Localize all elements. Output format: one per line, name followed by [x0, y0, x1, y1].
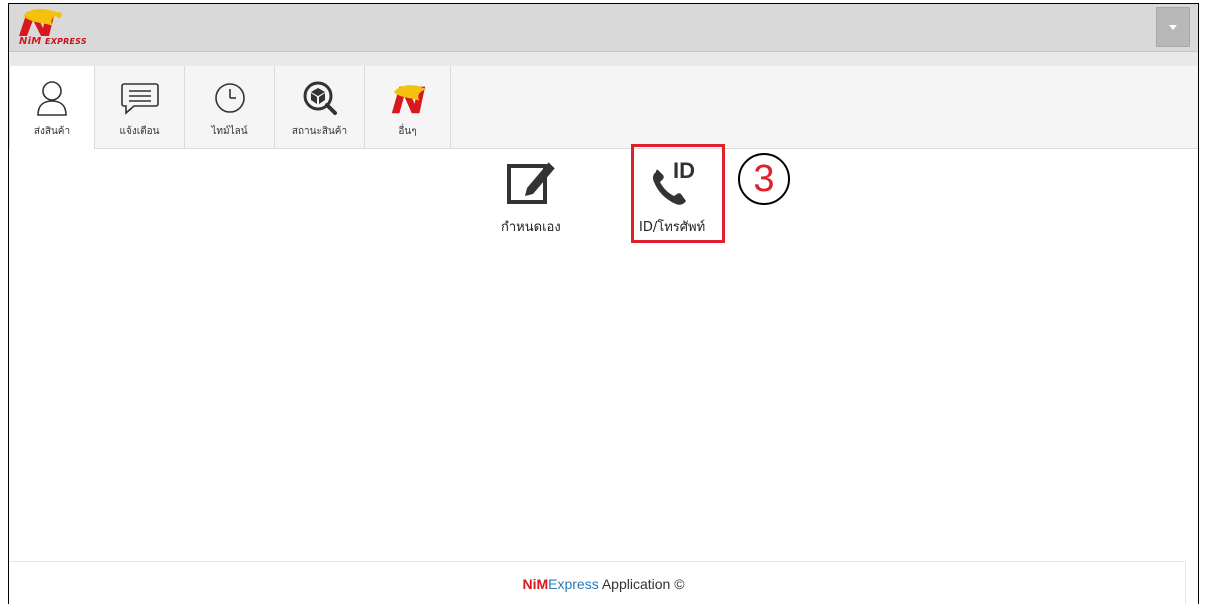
nim-express-logo[interactable]: NiM EXPRESS [13, 6, 123, 48]
app-window: NiM EXPRESS ส่งสินค้า แจ้งเตือน ไทม์ไลน์… [8, 3, 1199, 604]
tab-notifications[interactable]: แจ้งเตือน [95, 66, 185, 148]
tab-label: สถานะสินค้า [291, 126, 348, 137]
tab-bar: ส่งสินค้า แจ้งเตือน ไทม์ไลน์ สถานะสินค้า… [9, 66, 1198, 149]
footer: NiMExpress Application © [9, 561, 1198, 604]
logo-text: NiM EXPRESS [19, 36, 87, 47]
logo-text-main: NiM [19, 36, 42, 47]
user-icon [32, 77, 72, 119]
edit-icon [505, 156, 557, 212]
tab-others[interactable]: อื่นๆ [365, 66, 451, 148]
footer-brand-express: Express [548, 576, 599, 592]
tab-send-goods[interactable]: ส่งสินค้า [9, 66, 95, 149]
step-number-annotation: 3 [738, 153, 790, 205]
message-icon [120, 77, 160, 119]
package-search-icon [300, 77, 340, 119]
footer-copyright: Application © [598, 576, 685, 592]
clock-icon [210, 77, 250, 119]
caret-down-icon [1169, 24, 1177, 30]
logo-text-sub: EXPRESS [45, 37, 87, 46]
custom-entry-label: กำหนดเอง [501, 220, 561, 235]
custom-entry-button[interactable]: กำหนดเอง [501, 156, 561, 237]
tab-timeline[interactable]: ไทม์ไลน์ [185, 66, 275, 148]
footer-text: NiMExpress Application © [522, 576, 684, 592]
tab-label: ไทม์ไลน์ [211, 126, 248, 137]
nim-logo-icon [388, 77, 428, 119]
content-area [9, 149, 1198, 564]
top-bar: NiM EXPRESS [9, 4, 1198, 52]
footer-brand-nim: NiM [522, 576, 549, 592]
scrollbar[interactable] [1185, 561, 1198, 604]
tab-label: อื่นๆ [398, 126, 417, 137]
tab-label: แจ้งเตือน [119, 126, 160, 137]
dropdown-menu-button[interactable] [1156, 7, 1190, 47]
highlight-box [631, 144, 725, 243]
tab-goods-status[interactable]: สถานะสินค้า [275, 66, 365, 148]
nim-logo-icon [19, 9, 62, 36]
tab-label: ส่งสินค้า [33, 126, 71, 137]
